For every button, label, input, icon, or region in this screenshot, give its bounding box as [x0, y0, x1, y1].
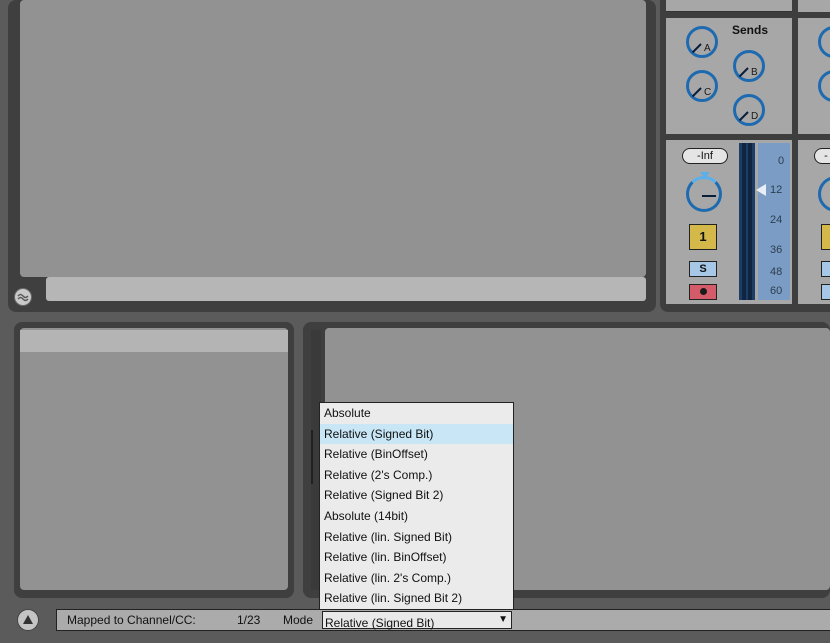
triangle-up-icon[interactable]	[17, 609, 39, 631]
dropdown-option-selected[interactable]: Relative (Signed Bit)	[320, 423, 513, 445]
channel-strip-2	[798, 140, 830, 304]
dropdown-option[interactable]: Relative (lin. Signed Bit 2)	[320, 588, 513, 609]
send-a-knob[interactable]: A	[686, 26, 718, 58]
groove-wave-icon[interactable]	[14, 288, 32, 306]
mixer-strip-header	[666, 0, 792, 12]
dropdown-option[interactable]: Relative (Signed Bit 2)	[320, 485, 513, 506]
dropdown-option[interactable]: Absolute	[320, 403, 513, 424]
send-c-knob[interactable]: C	[686, 70, 718, 102]
send-d-knob[interactable]: D	[733, 94, 765, 126]
solo-button-partial[interactable]	[821, 261, 830, 277]
mode-label: Mode	[283, 613, 314, 627]
mixer-strip-header-2	[798, 0, 830, 12]
bottom-left-panel	[20, 328, 288, 590]
mode-dropdown-list[interactable]: Absolute Relative (Signed Bit) Relative …	[319, 402, 514, 610]
bottom-left-header	[20, 330, 288, 352]
track-activator-partial[interactable]	[821, 224, 830, 250]
dropdown-option[interactable]: Absolute (14bit)	[320, 506, 513, 527]
session-view-area	[20, 0, 646, 277]
meter-tick-48: 48	[770, 266, 783, 278]
level-meter	[739, 143, 755, 300]
sends-section	[666, 18, 792, 134]
dropdown-option[interactable]: Relative (2's Comp.)	[320, 465, 513, 486]
splitter-handle[interactable]	[311, 430, 317, 484]
dropdown-option[interactable]: Relative (lin. 2's Comp.)	[320, 568, 513, 589]
mode-select[interactable]: Relative (Signed Bit) ▼	[322, 611, 512, 630]
chevron-down-icon: ▼	[498, 614, 508, 625]
pan-knob[interactable]	[686, 176, 722, 212]
track-activator-button[interactable]: 1	[689, 224, 717, 250]
meter-tick-24: 24	[770, 214, 783, 226]
record-arm-icon	[699, 288, 707, 295]
dropdown-option[interactable]: Relative (lin. Signed Bit)	[320, 527, 513, 548]
arm-button[interactable]	[689, 284, 717, 300]
volume-readout[interactable]: -Inf	[682, 148, 728, 164]
fader-triangle-icon[interactable]	[756, 184, 766, 196]
meter-tick-0: 0	[778, 155, 785, 167]
mixer-section: Sends A B C D -Inf - 1 S 0 12 24 36 48 6…	[660, 0, 830, 312]
meter-tick-36: 36	[770, 244, 783, 256]
meter-tick-60: 60	[770, 285, 783, 297]
pan-indicator	[700, 172, 710, 178]
mode-value: Relative (Signed Bit)	[325, 616, 435, 630]
mapping-label: Mapped to Channel/CC:	[67, 613, 196, 627]
session-footer	[46, 277, 646, 301]
send-b-knob[interactable]: B	[733, 50, 765, 82]
volume-readout-partial[interactable]: -	[814, 148, 830, 164]
arm-button-partial[interactable]	[821, 284, 830, 300]
mapping-value: 1/23	[237, 613, 261, 627]
meter-tick-12: 12	[770, 184, 783, 196]
sends-label: Sends	[732, 23, 769, 37]
dropdown-option[interactable]: Relative (BinOffset)	[320, 444, 513, 465]
solo-button[interactable]: S	[689, 261, 717, 277]
dropdown-option[interactable]: Relative (lin. BinOffset)	[320, 547, 513, 568]
status-bar: Mapped to Channel/CC: 1/23 Mode Relative…	[56, 609, 830, 631]
